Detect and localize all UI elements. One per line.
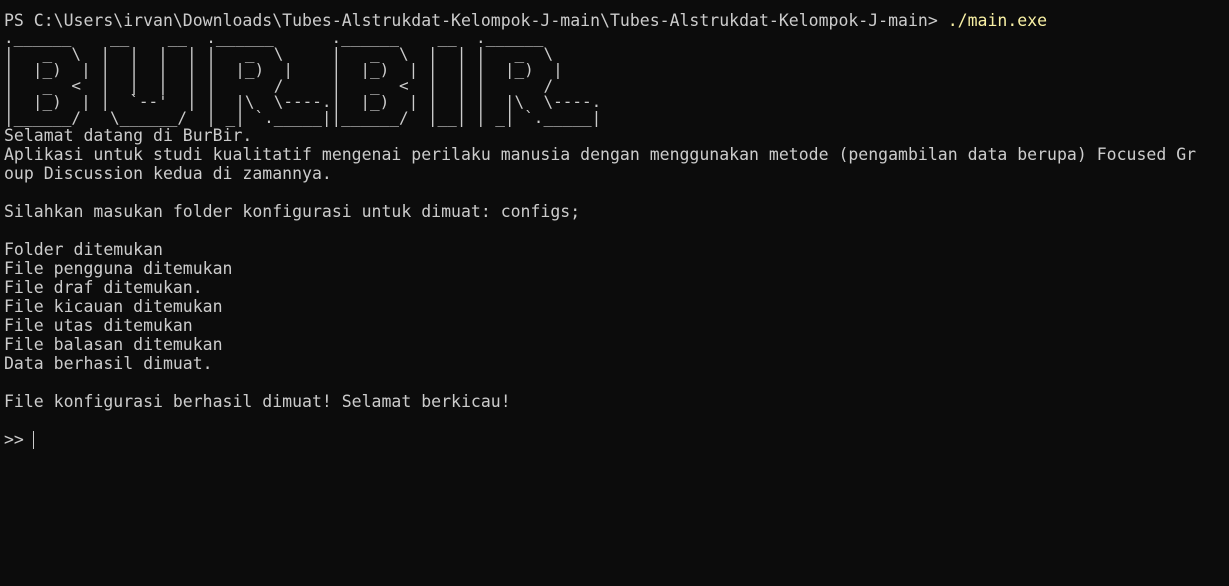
welcome-text: Selamat datang di BurBir. [4, 126, 253, 145]
status-line: File balasan ditemukan [4, 335, 223, 354]
status-line: Data berhasil dimuat. [4, 354, 213, 373]
status-line: File pengguna ditemukan [4, 259, 233, 278]
ascii-banner-line: |______/ \______/ | _| `._____||______/ … [4, 108, 602, 127]
description-line: oup Discussion kedua di zamannya. [4, 164, 332, 183]
terminal-window[interactable]: PS C:\Users\irvan\Downloads\Tubes-Alstru… [0, 0, 1229, 586]
input-line[interactable]: >> [4, 430, 1229, 449]
status-line: File draf ditemukan. [4, 278, 203, 297]
success-message: File konfigurasi berhasil dimuat! Selama… [4, 392, 511, 411]
command-text: ./main.exe [947, 11, 1048, 30]
status-line: Folder ditemukan [4, 240, 163, 259]
config-prompt: Silahkan masukan folder konfigurasi untu… [4, 202, 581, 221]
status-line: File utas ditemukan [4, 316, 193, 335]
input-prompt: >> [4, 430, 24, 449]
description-line: Aplikasi untuk studi kualitatif mengenai… [4, 145, 1197, 164]
ascii-banner: .______ __ __ .______ .______ __ .______… [4, 30, 1229, 126]
text-cursor[interactable] [32, 430, 35, 449]
status-line: File kicauan ditemukan [4, 297, 223, 316]
